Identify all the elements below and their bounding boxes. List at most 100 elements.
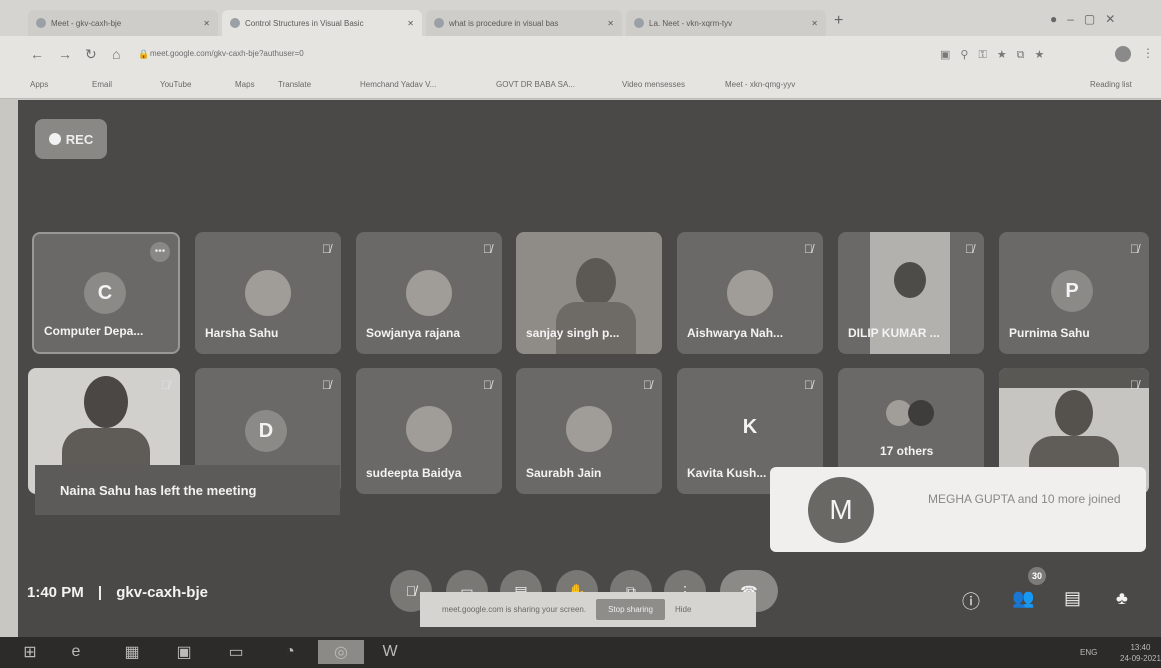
mic-off-icon: 🎙̸ — [804, 378, 813, 392]
video-header-strip — [999, 368, 1149, 388]
language-indicator[interactable]: ENG — [1080, 648, 1097, 657]
share-text: meet.google.com is sharing your screen. — [442, 605, 587, 614]
mic-off-icon: 🎙̸ — [804, 242, 813, 256]
participant-name: Aishwarya Nah... — [687, 326, 784, 340]
bookmark-meet[interactable]: Meet - xkn-qmg-yyv — [725, 80, 795, 89]
participant-name: Harsha Sahu — [205, 326, 279, 340]
bookmark-hemchand[interactable]: Hemchand Yadav V... — [360, 80, 436, 89]
participant-count-badge: 30 — [1028, 567, 1046, 585]
participant-tile[interactable]: 🎙̸ Harsha Sahu — [195, 232, 341, 354]
address-bar[interactable]: meet.google.com/gkv-caxh-bje?authuser=0 — [150, 49, 304, 58]
start-icon[interactable]: ⊞ — [16, 640, 44, 664]
mic-off-icon: 🎙̸ — [483, 242, 492, 256]
joined-toast: M MEGHA GUPTA and 10 more joined — [770, 467, 1146, 552]
chat-icon[interactable]: ▤ — [1064, 588, 1081, 609]
activities-icon[interactable]: ♣ — [1116, 588, 1128, 609]
joined-text: MEGHA GUPTA and 10 more joined — [928, 492, 1121, 506]
bookmark-apps[interactable]: Apps — [30, 80, 48, 89]
forward-icon[interactable]: → — [58, 46, 72, 62]
more-options-icon[interactable]: ••• — [150, 242, 170, 262]
system-clock[interactable]: 13:40 24-09-2021 — [1120, 642, 1161, 664]
page-favicon-icon — [230, 18, 240, 28]
app-icon[interactable]: ◔ — [276, 640, 304, 664]
back-icon[interactable]: ← — [30, 46, 44, 62]
tab-procedure[interactable]: what is procedure in visual bas ✕ — [426, 10, 622, 36]
screen-share-bar: meet.google.com is sharing your screen. … — [420, 592, 756, 627]
mic-off-icon: 🎙̸ — [322, 378, 331, 392]
mic-off-icon: 🎙̸ — [322, 242, 331, 256]
participant-tile[interactable]: 🎙̸ Sowjanya rajana — [356, 232, 502, 354]
lock-icon: 🔒 — [138, 49, 150, 59]
clock: 1:40 PM — [27, 584, 84, 601]
bookmark-translate[interactable]: Translate — [278, 80, 311, 89]
record-dot-icon — [48, 133, 61, 145]
google-favicon-icon — [434, 18, 444, 28]
participant-face — [894, 262, 926, 298]
participant-video-tile[interactable]: sanjay singh p... — [516, 232, 662, 354]
close-icon[interactable]: ✕ — [601, 19, 614, 28]
bookmark-maps[interactable]: Maps — [235, 80, 255, 89]
meet-favicon-icon — [634, 18, 644, 28]
bookmark-video[interactable]: Video mensesses — [622, 80, 685, 89]
participant-face — [84, 376, 128, 428]
avatar — [406, 406, 452, 452]
stop-sharing-button[interactable]: Stop sharing — [596, 599, 665, 620]
clock-date: 24-09-2021 — [1120, 654, 1161, 663]
close-icon[interactable]: ✕ — [805, 19, 818, 28]
word-icon[interactable]: W — [376, 640, 404, 664]
meet-favicon-icon — [36, 18, 46, 28]
close-icon[interactable]: ✕ — [197, 19, 210, 28]
bookmark-email[interactable]: Email — [92, 80, 112, 89]
participant-tile[interactable]: P 🎙̸ Purnima Sahu — [999, 232, 1149, 354]
people-icon[interactable]: 👥 — [1012, 588, 1034, 609]
tab-control-structures[interactable]: Control Structures in Visual Basic ✕ — [222, 10, 422, 36]
avatar: K — [742, 415, 758, 438]
avatar — [727, 270, 773, 316]
participant-name: Saurabh Jain — [526, 466, 602, 480]
reading-list[interactable]: Reading list — [1090, 80, 1132, 89]
bookmark-youtube[interactable]: YouTube — [160, 80, 191, 89]
file-explorer-icon[interactable]: ▦ — [118, 640, 146, 664]
mic-off-icon: 🎙̸ — [643, 378, 652, 392]
others-count: 17 others — [880, 444, 934, 458]
menu-icon[interactable]: ⋮ — [1142, 46, 1154, 60]
home-icon[interactable]: ⌂ — [112, 46, 120, 62]
tab-title: Control Structures in Visual Basic — [245, 18, 364, 28]
reload-icon[interactable]: ↻ — [85, 46, 97, 63]
avatar: D — [245, 410, 287, 452]
participant-name: Computer Depa... — [44, 324, 144, 338]
participant-video-tile[interactable]: 🎙̸ DILIP KUMAR ... — [838, 232, 984, 354]
avatar: M — [808, 477, 874, 543]
toolbar-icons[interactable]: ▣⚲⚿★⧉★ — [940, 48, 1054, 62]
tab-title: what is procedure in visual bas — [449, 18, 559, 28]
separator: | — [97, 584, 103, 601]
monitor-icon[interactable]: ▭ — [222, 640, 250, 664]
tab-title: Meet - gkv-caxh-bje — [51, 18, 122, 28]
bookmark-govt[interactable]: GOVT DR BABA SA... — [496, 80, 575, 89]
participant-tile[interactable]: 🎙̸ sudeepta Baidya — [356, 368, 502, 494]
ie-icon[interactable]: e — [62, 640, 90, 664]
participant-tile[interactable]: C ••• Computer Depa... — [32, 232, 180, 354]
tab-meet[interactable]: Meet - gkv-caxh-bje ✕ — [28, 10, 218, 36]
participant-name: Sowjanya rajana — [366, 326, 461, 340]
participant-name: Kavita Kush... — [687, 466, 767, 480]
avatar — [406, 270, 452, 316]
close-icon[interactable]: ✕ — [401, 19, 414, 28]
tab-meet-2[interactable]: La. Neet - vkn-xqrm-tyv ✕ — [626, 10, 826, 36]
mic-off-icon: 🎙̸ — [965, 242, 974, 256]
avatar — [245, 270, 291, 316]
participant-name: sanjay singh p... — [526, 326, 620, 340]
participant-tile[interactable]: 🎙̸ Aishwarya Nah... — [677, 232, 823, 354]
profile-avatar[interactable] — [1115, 46, 1131, 62]
store-icon[interactable]: ▣ — [170, 640, 198, 664]
participant-tile[interactable]: 🎙̸ Saurabh Jain — [516, 368, 662, 494]
mic-off-icon: 🎙̸ — [1130, 242, 1139, 256]
meeting-code: gkv-caxh-bje — [116, 584, 208, 601]
info-icon[interactable]: ⓘ — [962, 588, 980, 614]
new-tab-button[interactable]: + — [834, 12, 843, 30]
window-controls[interactable]: ● – ▢ ✕ — [1050, 12, 1115, 26]
participant-name: Purnima Sahu — [1009, 326, 1090, 340]
mic-off-icon: 🎙̸ — [483, 378, 492, 392]
chrome-icon[interactable]: ◎ — [318, 640, 364, 664]
hide-button[interactable]: Hide — [675, 605, 691, 614]
